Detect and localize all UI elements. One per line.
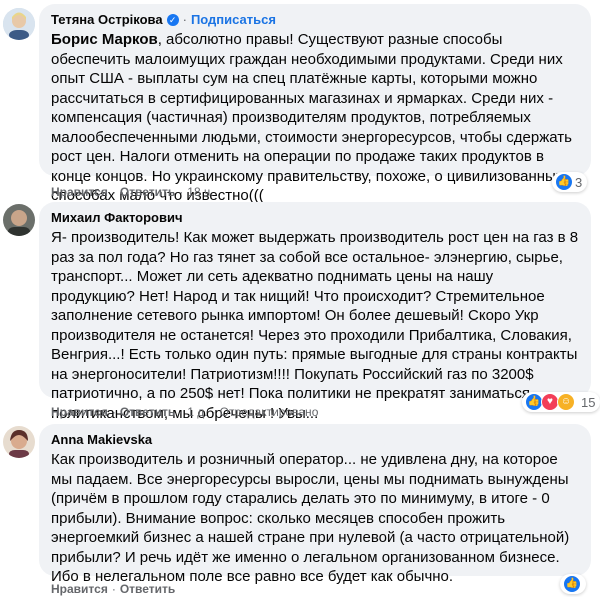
haha-reaction-icon: ☺ (557, 393, 575, 411)
avatar-photo (3, 8, 35, 40)
like-reaction-icon: 👍 (555, 173, 573, 191)
comment-body: Я- производитель! Как может выдержать пр… (51, 229, 579, 422)
like-button[interactable]: Нравится (51, 184, 108, 200)
comment-header: Тетяна Острікова ✓ · Подписаться (51, 11, 579, 28)
reaction-count: 3 (575, 174, 583, 190)
avatar[interactable] (3, 8, 35, 40)
comment-header: Anna Makievska (51, 431, 579, 448)
comment-actions: Нравится · Ответить · 18 ч. (51, 184, 214, 200)
comment-text: Борис Марков, абсолютно правы! Существую… (51, 30, 579, 206)
comment-actions: Нравится · Ответить · 1 д. · Отредактиро… (51, 404, 318, 420)
mention-link[interactable]: Борис Марков (51, 31, 158, 48)
comment-body: , абсолютно правы! Существуют разные спо… (51, 31, 572, 204)
comment-bubble: Anna Makievska Как производитель и розни… (39, 424, 591, 585)
reply-button[interactable]: Ответить (120, 184, 175, 200)
reactions-summary[interactable]: 👍 ♥ ☺ 15 (522, 392, 600, 412)
comment-header: Михаил Факторович (51, 209, 579, 226)
author-name[interactable]: Anna Makievska (51, 431, 152, 448)
verified-badge-icon: ✓ (166, 13, 179, 26)
comment-body: Как производитель и розничный оператор..… (51, 451, 570, 585)
avatar[interactable] (3, 204, 35, 236)
edited-label[interactable]: Отредактировано (220, 404, 319, 420)
avatar[interactable] (3, 426, 35, 458)
reply-button[interactable]: Ответить (120, 581, 175, 597)
timestamp[interactable]: 18 ч. (187, 184, 213, 200)
separator-dot: · (111, 405, 116, 419)
avatar-photo (3, 426, 35, 458)
subscribe-link[interactable]: Подписаться (191, 11, 276, 28)
like-button[interactable]: Нравится (51, 404, 108, 420)
separator-dot: · (111, 185, 116, 199)
separator-dot: · (182, 12, 187, 27)
comment-bubble: Михаил Факторович Я- производитель! Как … (39, 202, 591, 422)
separator-dot: · (179, 185, 184, 199)
author-name[interactable]: Тетяна Острікова (51, 11, 163, 28)
separator-dot: · (111, 582, 116, 596)
timestamp[interactable]: 1 д. (187, 404, 207, 420)
comment-actions: Нравится · Ответить (51, 581, 175, 597)
separator-dot: · (179, 405, 184, 419)
reaction-count: 15 (581, 394, 596, 410)
reactions-summary[interactable]: 👍 3 (552, 172, 588, 192)
like-button[interactable]: Нравится (51, 581, 108, 597)
reactions-summary[interactable]: 👍 (560, 574, 586, 594)
like-reaction-icon: 👍 (563, 575, 581, 593)
reply-button[interactable]: Ответить (120, 404, 175, 420)
separator-dot: · (211, 405, 216, 419)
author-name[interactable]: Михаил Факторович (51, 209, 183, 226)
avatar-photo (3, 204, 35, 236)
comment-bubble: Тетяна Острікова ✓ · Подписаться Борис М… (39, 4, 591, 204)
